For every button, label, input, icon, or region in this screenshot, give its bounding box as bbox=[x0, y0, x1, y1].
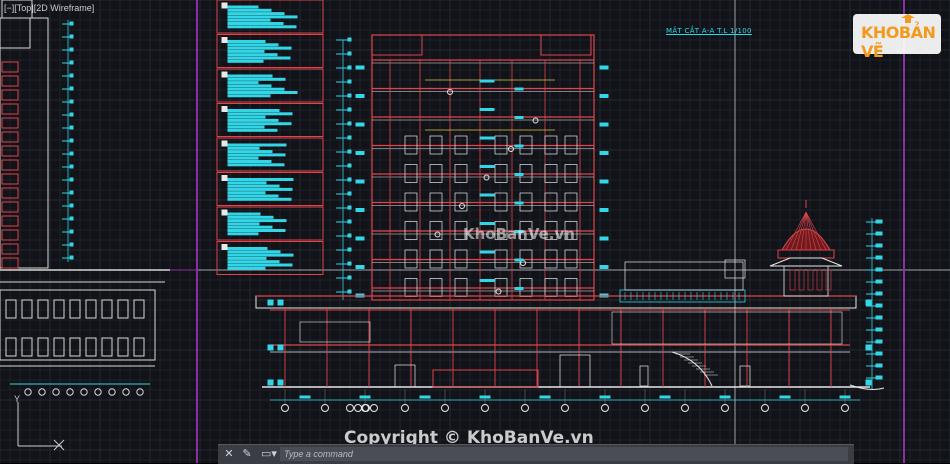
command-line-bar: ✕ ✎ ▭▾ bbox=[218, 444, 854, 464]
command-input[interactable] bbox=[280, 447, 848, 461]
ucs-y-label: Y bbox=[14, 394, 21, 404]
logo-text-kho: KHO bbox=[861, 23, 899, 42]
logo-text: KHOBẢN VẼ bbox=[861, 23, 941, 61]
main-entrance bbox=[432, 369, 539, 388]
podium-roof bbox=[255, 295, 857, 309]
ucs-icon: Y bbox=[12, 394, 72, 452]
section-title: MẶT CẮT A-A T.L 1/100 bbox=[666, 27, 752, 35]
watermark-center: KhoBanVe.vn bbox=[463, 225, 575, 243]
wrench-icon[interactable]: ✎ bbox=[240, 447, 254, 461]
close-icon[interactable]: ✕ bbox=[222, 447, 236, 461]
command-history-icon[interactable]: ▭▾ bbox=[260, 447, 278, 461]
viewport-label[interactable]: [−][Top][2D Wireframe] bbox=[4, 3, 94, 13]
khobanve-logo: KHOBẢN VẼ bbox=[853, 14, 941, 61]
drawing-canvas[interactable]: [−][Top][2D Wireframe] MẶT CẮT A-A T.L 1… bbox=[0, 0, 950, 464]
